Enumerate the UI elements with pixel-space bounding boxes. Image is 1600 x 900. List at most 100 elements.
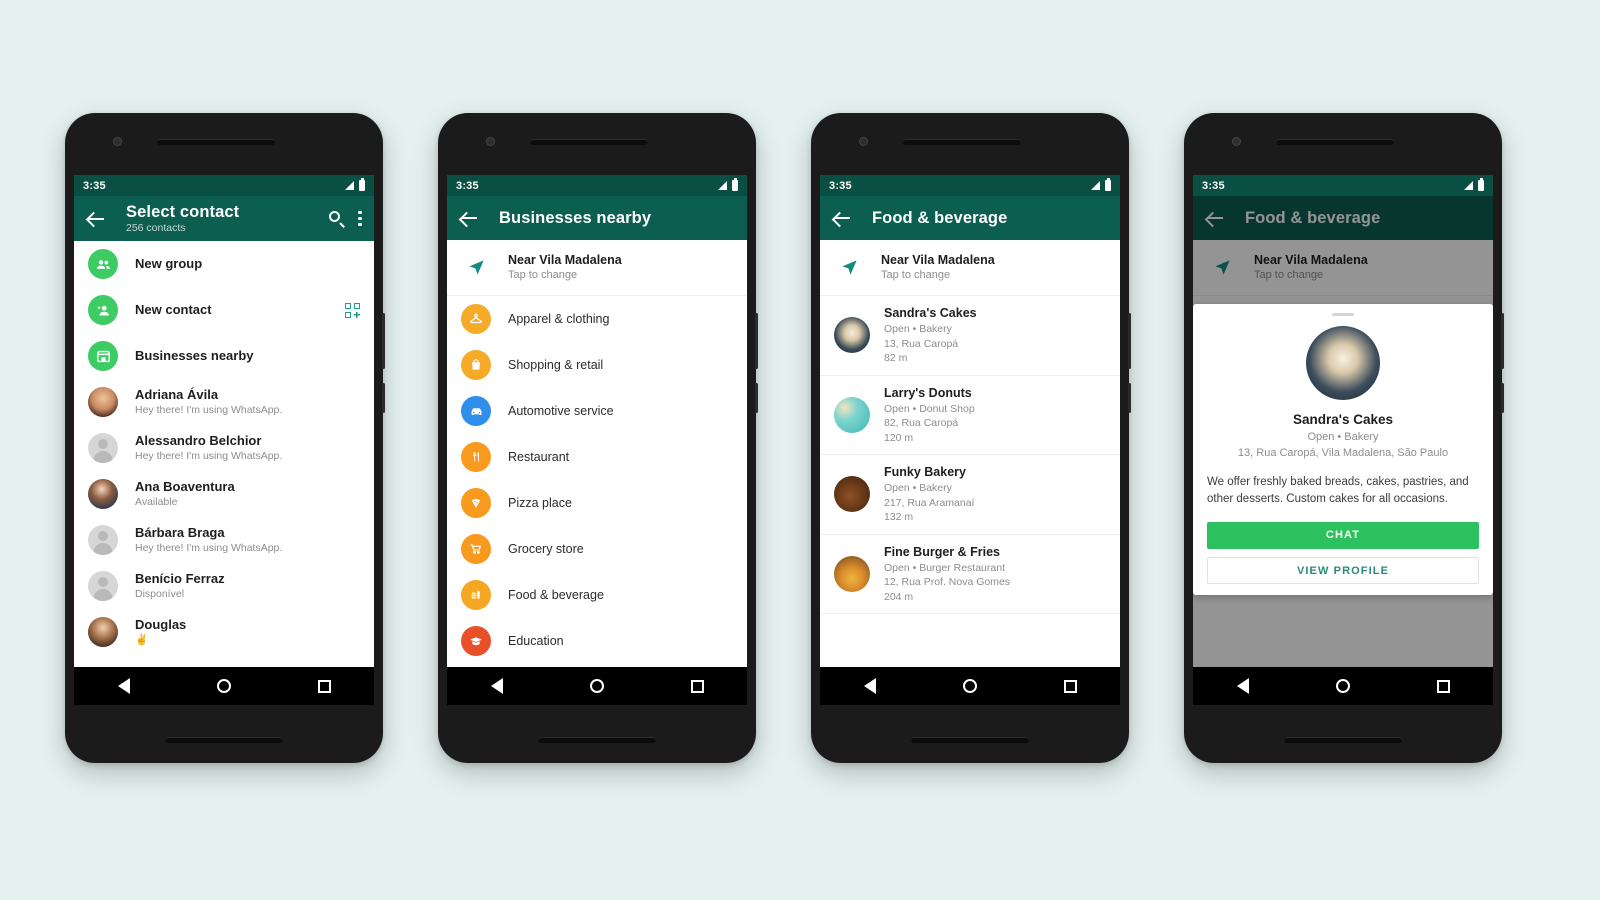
power-button[interactable]: [1501, 383, 1504, 413]
power-button[interactable]: [755, 383, 758, 413]
view-profile-button[interactable]: VIEW PROFILE: [1207, 557, 1479, 584]
volume-button[interactable]: [755, 313, 758, 369]
navigation-arrow-icon: [834, 258, 864, 277]
phone-top-bezel: [65, 113, 383, 175]
bottom-speaker: [1284, 737, 1402, 743]
contact-name: Adriana Ávila: [135, 387, 219, 402]
action-row-label: New contact: [135, 302, 212, 317]
business-meta: Open • Burger Restaurant: [884, 561, 1005, 574]
nav-recent-square-icon[interactable]: [1063, 679, 1077, 693]
category-row-pizza-place[interactable]: Pizza place: [447, 480, 747, 526]
action-row-text: New group: [135, 256, 360, 272]
back-arrow-icon[interactable]: [84, 207, 108, 231]
category-row-automotive-service[interactable]: Automotive service: [447, 388, 747, 434]
business-description: We offer freshly baked breads, cakes, pa…: [1207, 476, 1469, 505]
shopping-bag-icon: [461, 350, 491, 380]
sheet-drag-handle[interactable]: [1332, 313, 1354, 316]
status-icons: [718, 178, 738, 191]
category-row-restaurant[interactable]: Restaurant: [447, 434, 747, 480]
contact-status: Hey there! I'm using WhatsApp.: [135, 404, 283, 416]
page-title: Food & beverage: [872, 208, 1008, 227]
category-row-grocery-store[interactable]: Grocery store: [447, 526, 747, 572]
contact-status: Available: [135, 496, 178, 508]
volume-button[interactable]: [1501, 313, 1504, 369]
volume-button[interactable]: [382, 313, 385, 369]
back-arrow-icon[interactable]: [457, 206, 481, 230]
business-name: Larry's Donuts: [884, 385, 972, 400]
power-button[interactable]: [1128, 383, 1131, 413]
phone-2-businesses-nearby: 3:35 Businesses nearby Near Vila Madalen…: [438, 113, 758, 763]
action-row-new-group[interactable]: New group: [74, 241, 374, 287]
bottom-speaker: [165, 737, 283, 743]
screenshot-stage: 3:35 Select contact 256 contacts New gro…: [0, 0, 1600, 900]
volume-button[interactable]: [1128, 313, 1131, 369]
category-text: Automotive service: [508, 403, 733, 419]
contact-row[interactable]: Alessandro Belchior Hey there! I'm using…: [74, 425, 374, 471]
category-row-apparel-clothing[interactable]: Apparel & clothing: [447, 296, 747, 342]
nav-home-circle-icon[interactable]: [589, 679, 604, 693]
category-text: Shopping & retail: [508, 357, 733, 373]
contact-text: Alessandro Belchior Hey there! I'm using…: [135, 433, 360, 463]
qr-code-icon[interactable]: [345, 302, 360, 318]
bottom-speaker: [911, 737, 1029, 743]
contact-row[interactable]: Douglas ✌️: [74, 609, 374, 655]
android-nav-bar: [74, 667, 374, 705]
contact-text: Benício Ferraz Disponível: [135, 571, 360, 601]
location-row[interactable]: Near Vila Madalena Tap to change: [820, 240, 1120, 296]
chat-button[interactable]: CHAT: [1207, 522, 1479, 549]
nav-home-circle-icon[interactable]: [216, 679, 231, 693]
location-title: Near Vila Madalena: [881, 253, 995, 267]
earpiece-speaker: [903, 139, 1021, 145]
nav-back-triangle-icon[interactable]: [490, 678, 503, 694]
page-title: Businesses nearby: [499, 208, 652, 227]
category-list: Near Vila Madalena Tap to change Apparel…: [447, 240, 747, 666]
category-row-food-beverage[interactable]: Food & beverage: [447, 572, 747, 618]
business-text: Larry's Donuts Open • Donut Shop 82, Rua…: [884, 385, 1106, 446]
hanger-icon: [461, 304, 491, 334]
nav-recent-square-icon[interactable]: [1436, 679, 1450, 693]
business-address: 217, Rua Aramanaí: [884, 496, 975, 509]
business-row[interactable]: Funky Bakery Open • Bakery 217, Rua Aram…: [820, 455, 1120, 535]
bottom-speaker: [538, 737, 656, 743]
nav-back-triangle-icon[interactable]: [1236, 678, 1249, 694]
business-distance: 82 m: [884, 352, 908, 364]
business-row[interactable]: Fine Burger & Fries Open • Burger Restau…: [820, 535, 1120, 614]
back-arrow-icon[interactable]: [830, 206, 854, 230]
location-text: Near Vila Madalena Tap to change: [881, 252, 995, 283]
phone-top-bezel: [1184, 113, 1502, 175]
avatar: [88, 479, 118, 509]
action-row-new-contact[interactable]: New contact: [74, 287, 374, 333]
front-camera-icon: [1232, 137, 1241, 146]
nav-home-circle-icon[interactable]: [962, 679, 977, 693]
location-row[interactable]: Near Vila Madalena Tap to change: [447, 240, 747, 296]
category-label: Grocery store: [508, 542, 584, 556]
business-text: Fine Burger & Fries Open • Burger Restau…: [884, 544, 1106, 605]
business-address: 13, Rua Caropá, Vila Madalena, São Paulo: [1237, 447, 1449, 459]
earpiece-speaker: [1276, 139, 1394, 145]
business-row[interactable]: Sandra's Cakes Open • Bakery 13, Rua Car…: [820, 296, 1120, 376]
phone-top-bezel: [438, 113, 756, 175]
category-row-shopping-retail[interactable]: Shopping & retail: [447, 342, 747, 388]
nav-back-triangle-icon[interactable]: [117, 678, 130, 694]
category-text: Restaurant: [508, 449, 733, 465]
overflow-menu-icon[interactable]: [358, 210, 362, 228]
nav-home-circle-icon[interactable]: [1335, 679, 1350, 693]
business-row[interactable]: Larry's Donuts Open • Donut Shop 82, Rua…: [820, 376, 1120, 455]
power-button[interactable]: [382, 383, 385, 413]
contact-row[interactable]: Ana Boaventura Available: [74, 471, 374, 517]
nav-recent-square-icon[interactable]: [317, 679, 331, 693]
app-bar-titles: Food & beverage: [872, 209, 1110, 228]
contact-text: Douglas ✌️: [135, 617, 360, 647]
front-camera-icon: [859, 137, 868, 146]
category-text: Education: [508, 633, 733, 649]
action-row-businesses-nearby[interactable]: Businesses nearby: [74, 333, 374, 379]
contact-row[interactable]: Benício Ferraz Disponível: [74, 563, 374, 609]
category-label: Restaurant: [508, 450, 570, 464]
nav-recent-square-icon[interactable]: [690, 679, 704, 693]
search-icon[interactable]: [328, 210, 346, 228]
category-row-education[interactable]: Education: [447, 618, 747, 664]
nav-back-triangle-icon[interactable]: [863, 678, 876, 694]
contact-row[interactable]: Adriana Ávila Hey there! I'm using Whats…: [74, 379, 374, 425]
contact-name: Ana Boaventura: [135, 479, 235, 494]
contact-row[interactable]: Bárbara Braga Hey there! I'm using Whats…: [74, 517, 374, 563]
